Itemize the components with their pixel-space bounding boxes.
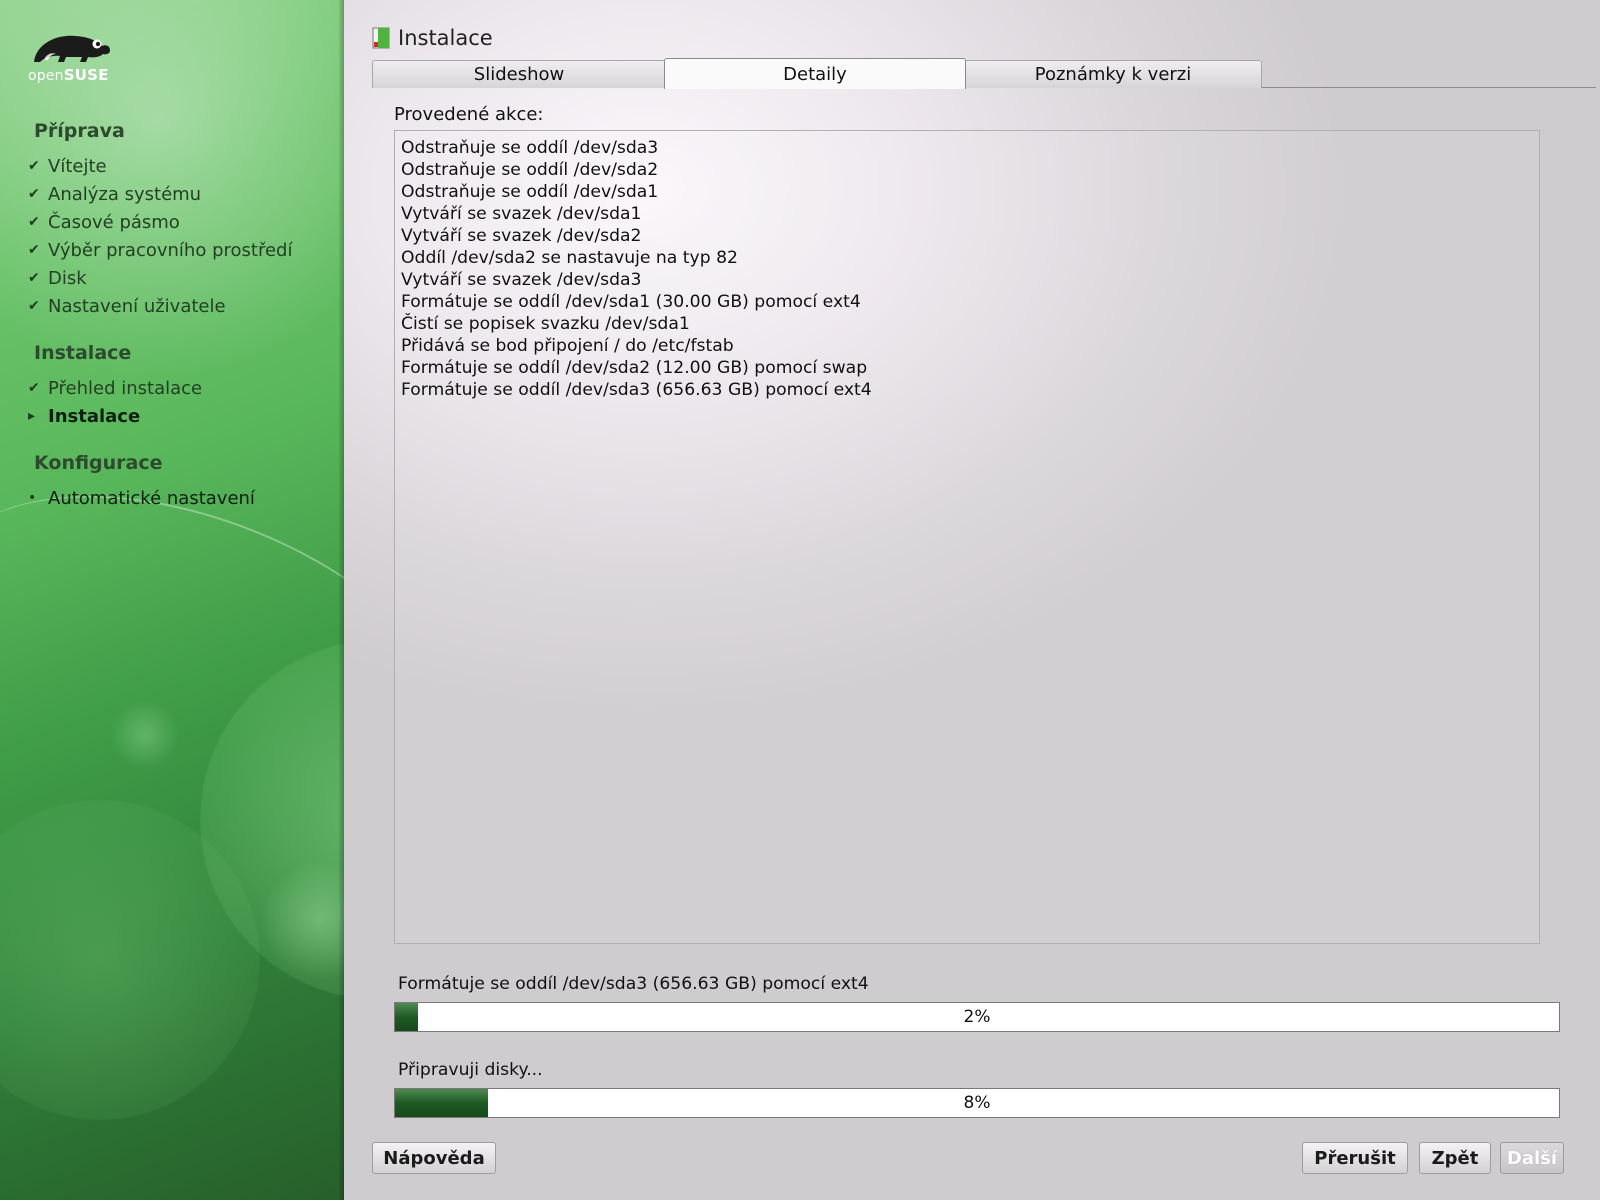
next-button[interactable]: Další: [1500, 1142, 1564, 1174]
nav-step: ✔ Přehled instalace: [28, 374, 338, 402]
abort-button[interactable]: Přerušit: [1302, 1142, 1408, 1174]
actions-log[interactable]: Odstraňuje se oddíl /dev/sda3 Odstraňuje …: [394, 130, 1540, 944]
nav-section: Konfigurace • Automatické nastavení: [28, 452, 338, 512]
page-title: Instalace: [398, 26, 493, 50]
current-step-label: Formátuje se oddíl /dev/sda3 (656.63 GB)…: [398, 974, 869, 994]
log-line: Formátuje se oddíl /dev/sda1 (30.00 GB) …: [401, 292, 861, 312]
nav-step: ✔ Výběr pracovního prostředí: [28, 236, 338, 264]
log-line: Formátuje se oddíl /dev/sda3 (656.63 GB)…: [401, 380, 872, 400]
check-icon: ✔: [28, 214, 40, 230]
nav-step: ✔ Nastavení uživatele: [28, 292, 338, 320]
page-header: Instalace: [372, 26, 493, 50]
nav-step-label: Výběr pracovního prostředí: [48, 239, 293, 261]
log-line: Formátuje se oddíl /dev/sda2 (12.00 GB) …: [401, 358, 868, 378]
check-icon: ✔: [28, 186, 40, 202]
nav-step-label: Instalace: [48, 405, 141, 427]
nav-step-label: Analýza systému: [48, 183, 202, 205]
current-step-progress: 2%: [394, 1002, 1560, 1032]
nav-section-heading: Konfigurace: [34, 452, 163, 474]
nav-step-label: Disk: [48, 267, 87, 289]
sidebar: openSUSE Příprava ✔ Vítejte ✔ Analýza systém…: [0, 0, 344, 1200]
back-button[interactable]: Zpět: [1419, 1142, 1491, 1174]
nav-step: ✔ Disk: [28, 264, 338, 292]
tab-slideshow[interactable]: Slideshow: [372, 60, 666, 88]
total-progress: 8%: [394, 1088, 1560, 1118]
nav-step: ✔ Časové pásmo: [28, 208, 338, 236]
log-line: Odstraňuje se oddíl /dev/sda1: [401, 182, 659, 202]
nav-step-label: Vítejte: [48, 155, 107, 177]
check-icon: ✔: [28, 242, 40, 258]
main-panel: Instalace Slideshow Detaily Poznámky k v…: [344, 0, 1600, 1200]
nav-step: ▸ Instalace: [28, 402, 338, 430]
log-line: Oddíl /dev/sda2 se nastavuje na typ 82: [401, 248, 738, 268]
log-line: Přidává se bod připojení / do /etc/fstab: [401, 336, 734, 356]
total-progress-label: Připravuji disky...: [398, 1060, 543, 1080]
nav-step-label: Nastavení uživatele: [48, 295, 226, 317]
log-line: Odstraňuje se oddíl /dev/sda2: [401, 160, 659, 180]
current-step-progress-text: 2%: [963, 1007, 991, 1027]
nav-section-heading: Instalace: [34, 342, 132, 364]
log-line: Vytváří se svazek /dev/sda2: [401, 226, 642, 246]
installation-steps: Příprava ✔ Vítejte ✔ Analýza systému ✔ Časové …: [28, 120, 338, 534]
nav-step: • Automatické nastavení: [28, 484, 338, 512]
check-icon: ✔: [28, 380, 40, 396]
log-line: Vytváří se svazek /dev/sda1: [401, 204, 642, 224]
tab-bar: Slideshow Detaily Poznámky k verzi: [372, 58, 1596, 89]
installer-icon: [372, 27, 390, 49]
actions-label: Provedené akce:: [394, 104, 544, 125]
tab-details[interactable]: Detaily: [664, 58, 966, 89]
check-icon: ✔: [28, 158, 40, 174]
log-line: Odstraňuje se oddíl /dev/sda3: [401, 138, 659, 158]
nav-section: Instalace ✔ Přehled instalace ▸ Instalace: [28, 342, 338, 430]
opensuse-logo: openSUSE: [28, 30, 118, 86]
check-icon: ✔: [28, 270, 40, 286]
arrow-right-icon: ▸: [28, 408, 36, 424]
nav-step-label: Přehled instalace: [48, 377, 203, 399]
nav-step-label: Časové pásmo: [48, 211, 180, 233]
nav-step: ✔ Vítejte: [28, 152, 338, 180]
log-line: Vytváří se svazek /dev/sda3: [401, 270, 642, 290]
nav-step-label: Automatické nastavení: [48, 487, 255, 509]
nav-section: Příprava ✔ Vítejte ✔ Analýza systému ✔ Časové …: [28, 120, 338, 320]
nav-step: ✔ Analýza systému: [28, 180, 338, 208]
chameleon-icon: [34, 35, 110, 62]
logo-wordmark: openSUSE: [28, 66, 109, 84]
help-button[interactable]: Nápověda: [372, 1142, 496, 1174]
bullet-icon: •: [28, 490, 37, 506]
tab-release-notes[interactable]: Poznámky k verzi: [964, 60, 1262, 88]
nav-section-heading: Příprava: [34, 120, 125, 142]
total-progress-text: 8%: [963, 1093, 991, 1113]
check-icon: ✔: [28, 298, 40, 314]
log-line: Čistí se popisek svazku /dev/sda1: [401, 314, 690, 334]
